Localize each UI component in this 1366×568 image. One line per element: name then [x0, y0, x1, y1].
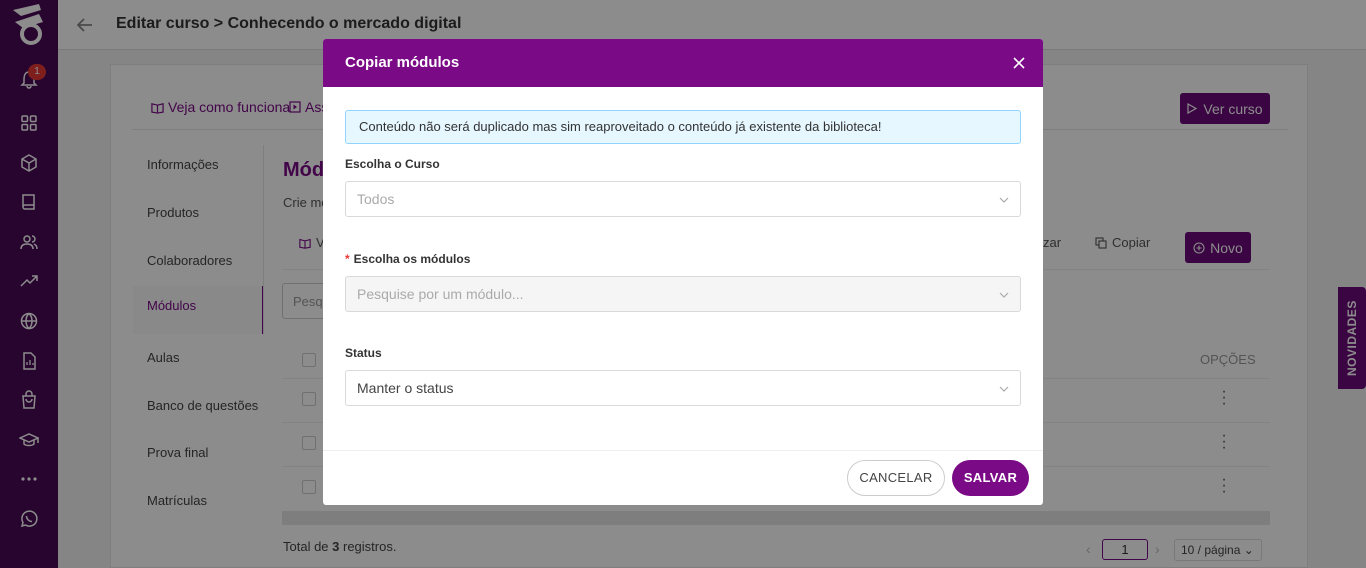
modal-title: Copiar módulos — [345, 54, 460, 71]
close-icon[interactable] — [1009, 53, 1029, 73]
modules-label: * Escolha os módulos — [345, 252, 470, 266]
status-select[interactable]: Manter o status — [345, 370, 1021, 406]
course-select-value: Todos — [357, 191, 395, 207]
info-alert: Conteúdo não será duplicado mas sim reap… — [345, 110, 1021, 144]
course-label: Escolha o Curso — [345, 157, 440, 171]
chevron-down-icon — [999, 386, 1009, 392]
status-label: Status — [345, 346, 382, 360]
status-select-value: Manter o status — [357, 380, 454, 396]
modal-header: Copiar módulos — [323, 39, 1043, 87]
course-select[interactable]: Todos — [345, 181, 1021, 217]
modules-select[interactable]: Pesquise por um módulo... — [345, 276, 1021, 312]
cancel-button[interactable]: CANCELAR — [847, 460, 945, 496]
chevron-down-icon — [999, 292, 1009, 298]
modules-select-placeholder: Pesquise por um módulo... — [357, 286, 524, 302]
chevron-down-icon — [999, 197, 1009, 203]
save-button[interactable]: SALVAR — [952, 460, 1029, 496]
required-asterisk: * — [345, 252, 350, 266]
copy-modules-modal: Copiar módulos Conteúdo não será duplica… — [323, 39, 1043, 505]
modules-label-text: Escolha os módulos — [353, 252, 471, 266]
modal-footer-divider — [323, 450, 1043, 451]
